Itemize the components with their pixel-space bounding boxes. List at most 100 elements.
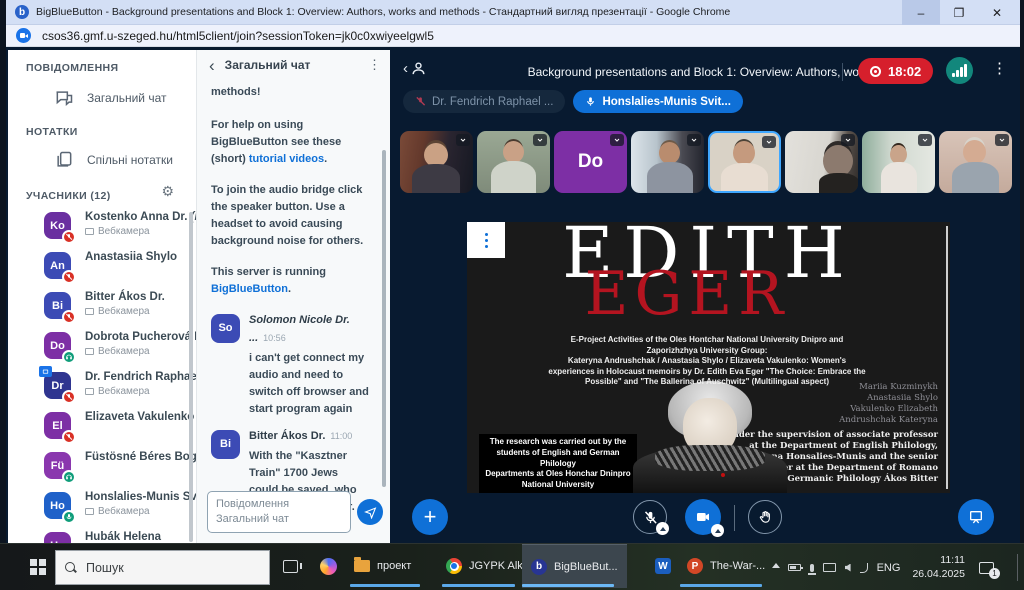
tray-device-icon[interactable] [860, 563, 868, 573]
mic-off-icon [62, 310, 76, 324]
participant-row[interactable]: Ho Honslalies-Munis Svitlana Dr. Вебкаме… [8, 490, 196, 530]
chevron-down-icon[interactable] [995, 134, 1009, 146]
actions-plus-button[interactable]: + [412, 499, 448, 535]
participant-row[interactable]: El Elizaveta Vakulenko [8, 410, 196, 450]
participant-row[interactable]: An Anastasiia Shylo [8, 250, 196, 290]
avatar: El [44, 412, 71, 439]
chevron-down-icon[interactable] [456, 134, 470, 146]
recording-indicator[interactable]: 18:02 [858, 58, 933, 84]
taskbar-app-word[interactable]: W [646, 544, 680, 588]
chat-back-icon[interactable]: ‹ [209, 57, 215, 74]
camera-permission-icon[interactable] [16, 28, 31, 43]
participant-row[interactable]: Do Dobrota Pucherová Dr. Вебкамера [8, 330, 196, 370]
presentation-slide[interactable]: EDITH EGER E-Project Activities of the O… [467, 222, 950, 493]
slide-student-names: Mariia Kuzminykh Anastasiia Shylo Vakule… [839, 382, 938, 426]
maximize-button[interactable]: ❐ [940, 0, 978, 25]
talking-indicator-active[interactable]: Honslalies-Munis Svit... [573, 90, 742, 113]
battery-icon[interactable] [788, 564, 801, 571]
participant-row[interactable]: Dr Dr. Fendrich Raphael Nicolas Вебкамер… [8, 370, 196, 410]
mic-off-icon [643, 510, 658, 525]
webcam-tile[interactable] [400, 131, 473, 193]
participant-row[interactable]: Bi Bitter Ákos Dr. Вебкамера [8, 290, 196, 330]
slide-research-note: The research was carried out by the stud… [479, 434, 637, 493]
sidebar-item-public-chat[interactable]: Загальний чат [54, 88, 167, 108]
participant-row[interactable]: Hu Hubák Helena [8, 530, 196, 543]
notification-badge: 1 [989, 568, 1000, 579]
chat-options-icon[interactable]: ⋮ [368, 57, 381, 73]
camera-icon [695, 509, 711, 525]
close-button[interactable]: ✕ [978, 0, 1016, 25]
restore-presentation-button[interactable] [958, 499, 994, 535]
mic-off-icon [62, 430, 76, 444]
webcam-tile[interactable] [477, 131, 550, 193]
meeting-title: Background presentations and Block 1: Ov… [480, 65, 920, 79]
webcam-strip: Do [400, 131, 1012, 193]
url-text[interactable]: csos36.gmf.u-szeged.hu/html5client/join?… [42, 29, 434, 43]
participant-row[interactable]: Ko Kostenko Anna Dr. (Bu) Вебкамера [8, 210, 196, 250]
raise-hand-button[interactable] [748, 500, 782, 534]
chevron-down-icon[interactable] [918, 134, 932, 146]
url-bar[interactable]: csos36.gmf.u-szeged.hu/html5client/join?… [6, 25, 1020, 47]
tutorial-videos-link[interactable]: tutorial videos [249, 153, 324, 165]
taskbar-app-powerpoint[interactable]: P The-War-... [678, 544, 774, 588]
chevron-down-icon[interactable] [841, 134, 855, 146]
tray-mic-icon[interactable] [810, 564, 814, 572]
volume-icon[interactable] [845, 564, 851, 572]
manage-users-gear-icon[interactable]: ⚙ [161, 183, 174, 200]
mic-off-icon [62, 390, 76, 404]
sidebar-item-shared-notes[interactable]: Спільні нотатки [54, 150, 173, 170]
shared-notes-icon [54, 150, 74, 170]
toggle-userlist-button[interactable]: ‹ [403, 60, 427, 77]
webcam-tile[interactable] [785, 131, 858, 193]
taskbar-app-folder[interactable]: проект [345, 544, 420, 588]
chat-title: Загальний чат [225, 58, 311, 72]
show-desktop-strip[interactable] [1017, 554, 1018, 581]
slide-subtitle: E-Project Activities of the Oles Hontcha… [507, 335, 907, 388]
copilot-icon[interactable] [320, 558, 337, 575]
network-icon[interactable] [823, 563, 836, 572]
minimize-button[interactable]: – [902, 0, 940, 25]
mute-button[interactable] [633, 500, 667, 534]
webcam-tile[interactable] [939, 131, 1012, 193]
webcam-options-chevron[interactable] [711, 524, 724, 537]
participants-scrollbar[interactable] [189, 212, 193, 542]
chevron-down-icon[interactable] [687, 134, 701, 146]
presentation-options-button[interactable] [467, 222, 505, 258]
language-indicator[interactable]: ENG [877, 562, 901, 574]
chat-message-input[interactable]: Повідомлення Загальний чат [207, 491, 351, 533]
mic-off-icon [62, 270, 76, 284]
chat-scrollbar[interactable] [382, 150, 386, 487]
desktop-edge [1020, 0, 1024, 543]
public-chat-panel: ‹ Загальний чат ⋮ methods! For help on u… [196, 50, 390, 543]
search-placeholder: Пошук [86, 561, 124, 575]
webcam-tile-active-speaker[interactable] [708, 131, 781, 193]
send-message-button[interactable] [357, 499, 383, 525]
participants-header: УЧАСНИКИ (12) [26, 190, 111, 202]
chevron-down-icon[interactable] [533, 134, 547, 146]
task-view-icon[interactable] [283, 560, 298, 573]
back-chevron-icon: ‹ [403, 60, 408, 77]
options-kebab-icon[interactable]: ⋮ [992, 59, 1007, 77]
shared-notes-label: Спільні нотатки [87, 153, 173, 167]
avatar-tile[interactable]: Do [554, 131, 627, 193]
chevron-down-icon[interactable] [610, 134, 624, 146]
mic-options-chevron[interactable] [656, 522, 669, 535]
avatar: Bi [211, 430, 240, 459]
taskbar-app-bigbluebutton[interactable]: b BigBlueBut... [522, 544, 627, 588]
taskbar-search-box[interactable]: Пошук [55, 550, 270, 585]
hand-icon [758, 510, 773, 525]
start-button[interactable] [30, 559, 46, 575]
slide-scrollbar[interactable] [946, 226, 948, 489]
talking-indicator-muted[interactable]: Dr. Fendrich Raphael ... [403, 90, 565, 113]
webcam-button[interactable] [685, 499, 721, 535]
webcam-tile[interactable] [862, 131, 935, 193]
webcam-tile[interactable] [631, 131, 704, 193]
clock[interactable]: 11:11 26.04.2025 [912, 554, 965, 581]
hidden-icons-chevron[interactable] [772, 563, 780, 568]
chevron-down-icon[interactable] [762, 136, 776, 148]
bigbluebutton-link[interactable]: BigBlueButton [211, 283, 288, 295]
bigbluebutton-favicon: b [15, 5, 29, 19]
notification-center-icon[interactable]: 1 [979, 562, 994, 574]
participant-row[interactable]: Fü Füstösné Béres Boglárka [8, 450, 196, 490]
connection-status-icon[interactable] [946, 57, 973, 84]
